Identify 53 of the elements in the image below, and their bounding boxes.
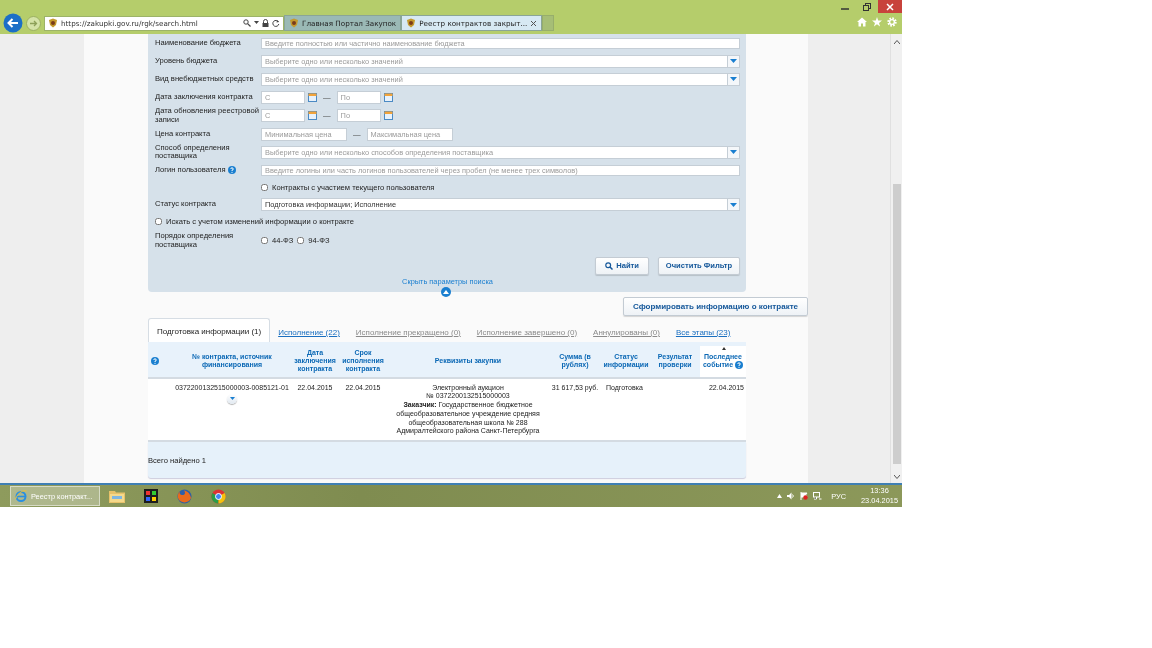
- browser-icon: [15, 490, 27, 502]
- scroll-up-icon[interactable]: [893, 40, 900, 44]
- restore-icon[interactable]: [863, 2, 871, 11]
- dropdown-button[interactable]: [727, 72, 740, 86]
- result-tab[interactable]: Подготовка информации (1): [148, 317, 271, 342]
- emblem-icon: [289, 18, 299, 28]
- checkbox[interactable]: [261, 184, 268, 191]
- close-icon[interactable]: [530, 19, 538, 27]
- dropdown-button[interactable]: [727, 54, 740, 68]
- scroll-down-icon[interactable]: [893, 475, 900, 479]
- sort-icon: [722, 346, 726, 350]
- help-icon[interactable]: [151, 357, 159, 366]
- expand-button[interactable]: [227, 393, 237, 404]
- lock-icon: [262, 19, 269, 27]
- dropdown-button[interactable]: [727, 198, 740, 212]
- emblem-icon: [48, 18, 58, 28]
- star-icon[interactable]: [872, 17, 882, 27]
- calendar-icon[interactable]: [308, 93, 317, 103]
- caret-icon[interactable]: [254, 21, 259, 25]
- collapse-button[interactable]: [441, 286, 451, 297]
- caret-down-icon: [730, 77, 737, 82]
- close-icon: [886, 2, 894, 11]
- close-button[interactable]: [878, 0, 902, 13]
- network-icon[interactable]: [813, 492, 823, 500]
- calendar-icon[interactable]: [383, 93, 393, 103]
- result-tab[interactable]: Все этапы (23): [667, 327, 739, 342]
- show-hidden-icon[interactable]: [777, 494, 783, 498]
- calendar-icon[interactable]: [308, 111, 317, 121]
- scrollbar[interactable]: [890, 34, 902, 483]
- search-icon[interactable]: [243, 19, 251, 27]
- folder-icon[interactable]: [109, 488, 125, 503]
- speaker-icon[interactable]: [787, 492, 796, 500]
- caret-down-icon: [730, 202, 737, 207]
- checkbox[interactable]: [155, 218, 162, 226]
- checkbox[interactable]: [261, 237, 268, 245]
- generate-info-button[interactable]: Сформировать информацию о контракте: [623, 296, 808, 316]
- caret-down-icon: [730, 59, 737, 64]
- help-icon[interactable]: [735, 361, 743, 370]
- forward-button[interactable]: [26, 15, 41, 31]
- dropdown-button[interactable]: [727, 145, 740, 159]
- app-icon[interactable]: [144, 488, 158, 503]
- caret-down-icon: [229, 397, 235, 401]
- help-icon[interactable]: [227, 166, 236, 175]
- checkbox[interactable]: [297, 237, 305, 245]
- search-icon: [605, 261, 614, 270]
- emblem-icon: [406, 18, 417, 28]
- caret-up-icon: [443, 289, 449, 294]
- result-tab[interactable]: Исполнение (22): [270, 327, 348, 342]
- refresh-icon[interactable]: [272, 19, 280, 27]
- calendar-icon[interactable]: [383, 111, 393, 121]
- caret-down-icon: [730, 150, 737, 155]
- back-button[interactable]: [3, 13, 23, 33]
- flag-icon[interactable]: [800, 492, 809, 500]
